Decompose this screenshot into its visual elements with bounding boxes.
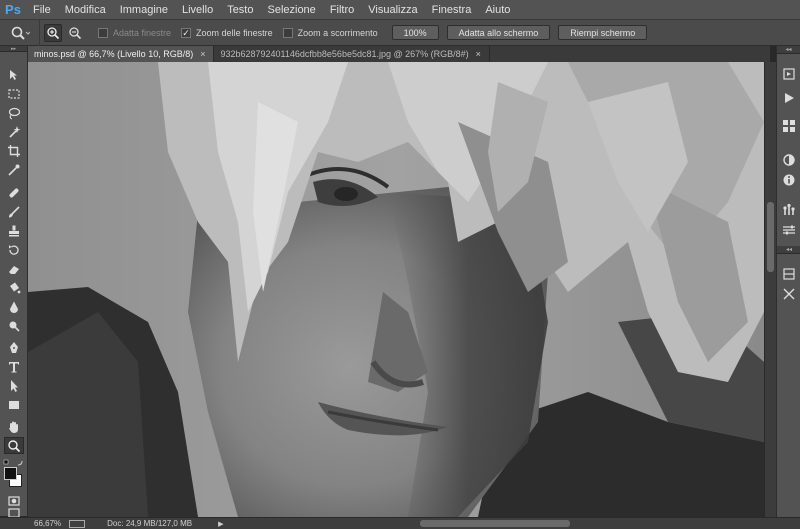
info-panel-icon[interactable] xyxy=(781,172,797,188)
clone-stamp-tool-icon[interactable] xyxy=(4,222,24,239)
swap-colors-icon xyxy=(3,459,23,466)
zoom-windows-checkbox[interactable]: ✓ Zoom delle finestre xyxy=(181,27,273,38)
document-preview-icon[interactable] xyxy=(69,519,86,528)
paint-bucket-tool-icon[interactable] xyxy=(4,279,24,296)
close-icon[interactable]: × xyxy=(200,49,205,59)
tool-presets-panel-icon[interactable] xyxy=(781,202,797,218)
document-tabs: minos.psd @ 66,7% (Livello 10, RGB/8) × … xyxy=(28,46,770,62)
status-menu-arrow-icon[interactable]: ▶ xyxy=(218,520,223,528)
scrubby-zoom-checkbox[interactable]: Zoom a scorrimento xyxy=(282,27,378,38)
magic-wand-tool-icon[interactable] xyxy=(4,123,24,140)
checkbox-box xyxy=(98,27,108,38)
adjustments-panel-icon[interactable] xyxy=(781,152,797,168)
zoom-windows-label: Zoom delle finestre xyxy=(196,27,273,38)
document-size: Doc: 24,9 MB/127,0 MB xyxy=(107,519,193,528)
menu-file[interactable]: File xyxy=(26,0,58,20)
path-selection-tool-icon[interactable] xyxy=(4,377,24,394)
menu-finestra[interactable]: Finestra xyxy=(425,0,479,20)
zoom-level[interactable]: 66,67% xyxy=(34,519,61,528)
tools-panel: ▸▸ xyxy=(0,46,28,518)
checkmark-icon: ✓ xyxy=(181,27,192,38)
zoom-tool-icon[interactable] xyxy=(4,437,24,454)
pen-tool-icon[interactable] xyxy=(4,339,24,356)
checkbox-box xyxy=(282,27,293,38)
horizontal-scroll-thumb[interactable] xyxy=(420,520,570,527)
adapt-windows-checkbox[interactable]: Adatta finestre xyxy=(98,27,172,38)
fit-screen-button[interactable]: Adatta allo schermo xyxy=(446,25,551,40)
document-canvas[interactable] xyxy=(28,62,764,517)
hand-tool-icon[interactable] xyxy=(4,418,24,435)
menu-livello[interactable]: Livello xyxy=(175,0,220,20)
zoom-tool-icon xyxy=(11,26,30,40)
zoom-in-icon[interactable] xyxy=(44,23,62,42)
brush-presets-panel-icon[interactable] xyxy=(781,222,797,238)
menu-selezione[interactable]: Selezione xyxy=(260,0,322,20)
scrubby-zoom-label: Zoom a scorrimento xyxy=(297,27,378,38)
actions-panel-icon[interactable] xyxy=(781,90,797,106)
adapt-windows-label: Adatta finestre xyxy=(113,27,172,38)
eraser-tool-icon[interactable] xyxy=(4,260,24,277)
menu-bar: Ps File Modifica Immagine Livello Testo … xyxy=(0,0,800,20)
menu-modifica[interactable]: Modifica xyxy=(58,0,113,20)
fill-screen-button[interactable]: Riempi schermo xyxy=(558,25,648,40)
close-icon[interactable]: × xyxy=(476,49,481,59)
panel-collapse-grip[interactable]: ◂◂ xyxy=(777,46,800,54)
rectangle-tool-icon[interactable] xyxy=(4,396,24,413)
menu-visualizza[interactable]: Visualizza xyxy=(361,0,424,20)
tab-minos[interactable]: minos.psd @ 66,7% (Livello 10, RGB/8) × xyxy=(28,46,215,62)
type-tool-icon[interactable] xyxy=(4,358,24,375)
history-brush-tool-icon[interactable] xyxy=(4,241,24,258)
options-bar: Adatta finestre ✓ Zoom delle finestre Zo… xyxy=(0,19,800,46)
eyedropper-tool-icon[interactable] xyxy=(4,161,24,178)
crop-tool-icon[interactable] xyxy=(4,142,24,159)
foreground-color-swatch[interactable] xyxy=(4,467,17,480)
brush-tool-icon[interactable] xyxy=(4,203,24,220)
portrait-painting xyxy=(28,62,764,517)
vertical-scrollbar[interactable] xyxy=(764,62,776,517)
swatches-panel-icon[interactable] xyxy=(781,118,797,134)
healing-brush-tool-icon[interactable] xyxy=(4,184,24,201)
vertical-scroll-thumb[interactable] xyxy=(767,202,774,272)
menu-aiuto[interactable]: Aiuto xyxy=(478,0,517,20)
right-panel-dock: ◂◂ ◂◂ xyxy=(776,46,800,517)
actual-pixels-button[interactable]: 100% xyxy=(391,25,439,40)
panel-collapse-grip[interactable]: ▸▸ xyxy=(0,46,27,52)
marquee-tool-icon[interactable] xyxy=(4,85,24,102)
layers-panel-icon[interactable] xyxy=(781,266,797,282)
tab-label: 932b628792401146dcfbb8e56be5dc81.jpg @ 2… xyxy=(220,49,469,59)
status-bar: 66,67% Doc: 24,9 MB/127,0 MB ▶ xyxy=(0,517,800,529)
color-swap-controls[interactable] xyxy=(3,458,25,466)
photoshop-logo[interactable]: Ps xyxy=(0,0,26,20)
tool-preset-picker[interactable] xyxy=(0,19,40,46)
history-panel-icon[interactable] xyxy=(781,66,797,82)
move-tool-icon[interactable] xyxy=(4,66,24,83)
zoom-out-icon[interactable] xyxy=(66,24,84,42)
tab-label: minos.psd @ 66,7% (Livello 10, RGB/8) xyxy=(34,49,194,59)
lasso-tool-icon[interactable] xyxy=(4,104,24,121)
menu-immagine[interactable]: Immagine xyxy=(113,0,175,20)
panel-collapse-grip[interactable]: ◂◂ xyxy=(777,246,800,254)
menu-testo[interactable]: Testo xyxy=(220,0,260,20)
menu-filtro[interactable]: Filtro xyxy=(323,0,361,20)
paths-panel-icon[interactable] xyxy=(781,286,797,302)
dodge-tool-icon[interactable] xyxy=(4,317,24,334)
blur-tool-icon[interactable] xyxy=(4,298,24,315)
tab-reference-jpg[interactable]: 932b628792401146dcfbb8e56be5dc81.jpg @ 2… xyxy=(214,46,490,62)
